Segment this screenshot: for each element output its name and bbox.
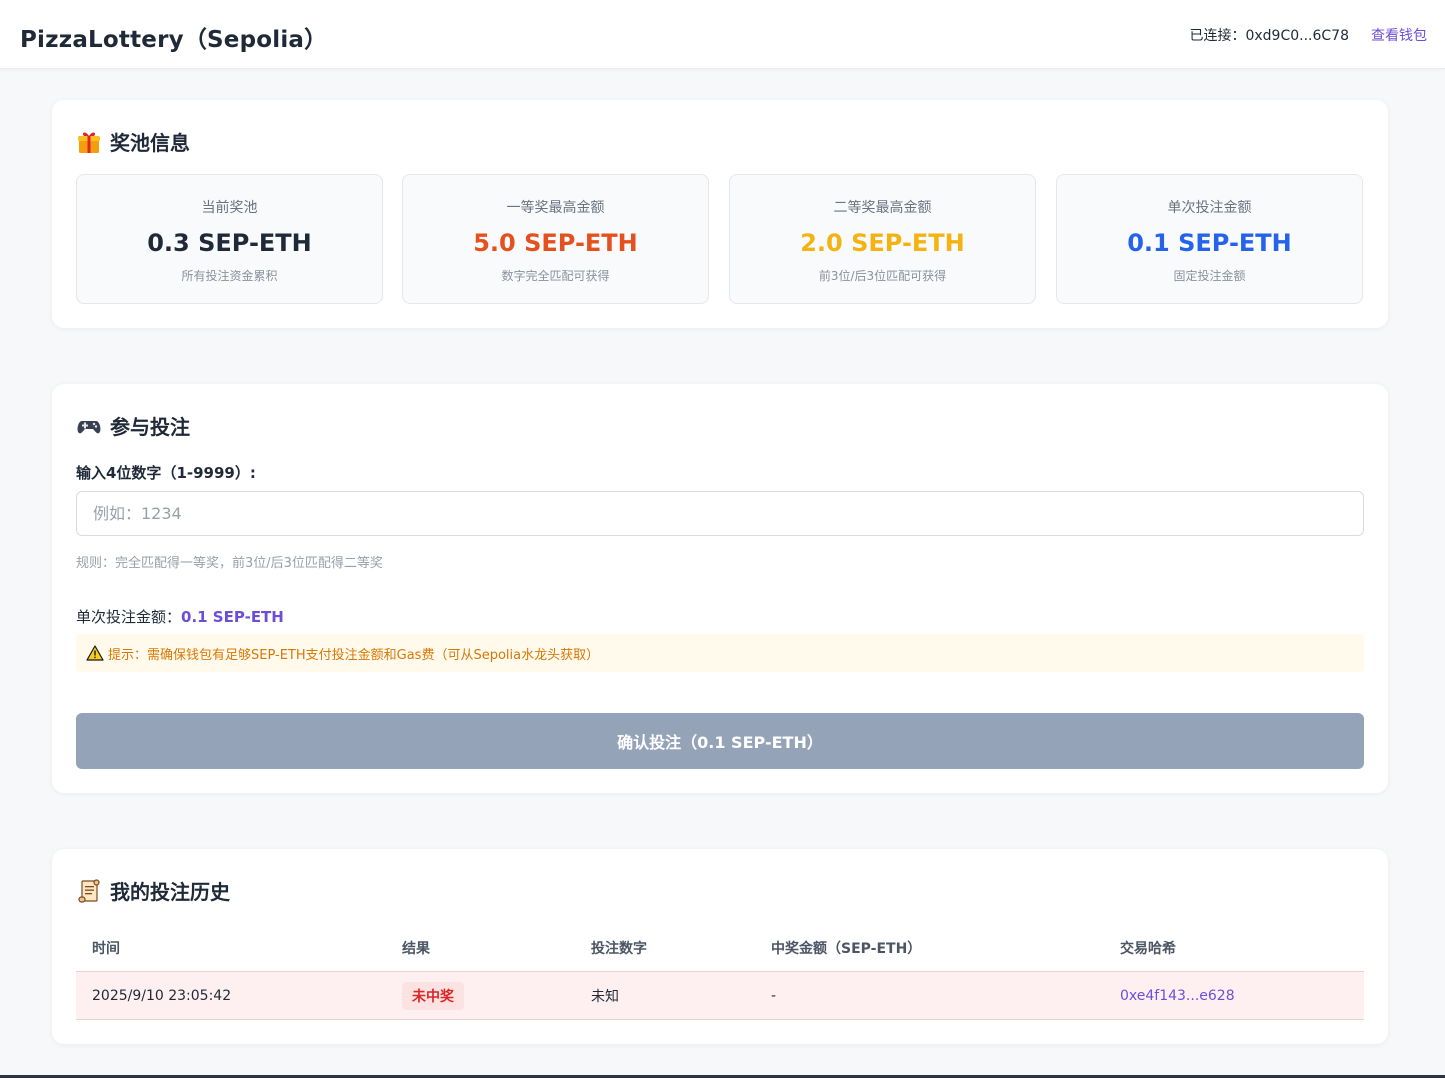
tx-hash-link[interactable]: 0xe4f143...e628 bbox=[1120, 988, 1235, 1004]
pool-info-title-text: 奖池信息 bbox=[110, 131, 190, 155]
rule-text: 规则：完全匹配得一等奖，前3位/后3位匹配得二等奖 bbox=[76, 556, 383, 571]
bet-title-text: 参与投注 bbox=[110, 415, 190, 439]
col-result: 结果 bbox=[402, 941, 430, 957]
status-badge: 未中奖 bbox=[402, 981, 464, 1010]
stat-label: 二等奖最高金额 bbox=[833, 200, 932, 216]
connected-address: 已连接：0xd9C0...6C78 bbox=[1189, 28, 1349, 44]
stat-label: 单次投注金额 bbox=[1167, 200, 1252, 216]
stat-bet-amount: 单次投注金额 0.1 SEP-ETH 固定投注金额 bbox=[1056, 174, 1363, 304]
gamepad-icon bbox=[77, 420, 101, 433]
row-number: 未知 bbox=[591, 988, 619, 1005]
history-title: 我的投注历史 bbox=[76, 876, 230, 905]
stat-second-prize: 二等奖最高金额 2.0 SEP-ETH 前3位/后3位匹配可获得 bbox=[729, 174, 1036, 304]
confirm-bet-button[interactable]: 确认投注（0.1 SEP-ETH） bbox=[76, 713, 1364, 769]
bet-title: 参与投注 bbox=[76, 411, 190, 440]
bet-amount-label: 单次投注金额： bbox=[76, 608, 182, 626]
stat-value: 2.0 SEP-ETH bbox=[800, 229, 965, 257]
gift-icon bbox=[78, 132, 100, 153]
stat-label: 一等奖最高金额 bbox=[506, 200, 605, 216]
stat-current-pool: 当前奖池 0.3 SEP-ETH 所有投注资金累积 bbox=[76, 174, 383, 304]
history-table-header: 时间 结果 投注数字 中奖金额（SEP-ETH） 交易哈希 bbox=[76, 925, 1364, 971]
scroll-icon bbox=[78, 878, 100, 903]
tip-text: 提示：需确保钱包有足够SEP-ETH支付投注金额和Gas费（可从Sepolia水… bbox=[108, 647, 600, 663]
top-navbar: PizzaLottery（Sepolia） 已连接：0xd9C0...6C78 … bbox=[0, 0, 1445, 69]
history-title-text: 我的投注历史 bbox=[110, 880, 230, 904]
stat-value: 0.1 SEP-ETH bbox=[1127, 229, 1292, 257]
row-prize: - bbox=[771, 987, 777, 1004]
stat-value: 5.0 SEP-ETH bbox=[473, 229, 638, 257]
number-input[interactable] bbox=[76, 491, 1364, 536]
number-input-label: 输入4位数字（1-9999）: bbox=[76, 464, 256, 482]
row-hash: 0xe4f143...e628 bbox=[1120, 972, 1235, 1019]
col-number: 投注数字 bbox=[591, 941, 647, 957]
row-time: 2025/9/10 23:05:42 bbox=[92, 987, 232, 1004]
warning-icon bbox=[86, 645, 104, 661]
stat-value: 0.3 SEP-ETH bbox=[147, 229, 312, 257]
row-result: 未中奖 bbox=[402, 972, 464, 1019]
stat-sub: 固定投注金额 bbox=[1173, 269, 1246, 283]
tip-banner: 提示：需确保钱包有足够SEP-ETH支付投注金额和Gas费（可从Sepolia水… bbox=[76, 634, 1364, 672]
col-prize: 中奖金额（SEP-ETH） bbox=[771, 941, 922, 957]
stat-sub: 数字完全匹配可获得 bbox=[501, 269, 610, 283]
bet-card: 参与投注 输入4位数字（1-9999）: 规则：完全匹配得一等奖，前3位/后3位… bbox=[52, 384, 1388, 793]
stat-first-prize: 一等奖最高金额 5.0 SEP-ETH 数字完全匹配可获得 bbox=[402, 174, 709, 304]
pool-info-card: 奖池信息 当前奖池 0.3 SEP-ETH 所有投注资金累积 一等奖最高金额 5… bbox=[52, 100, 1388, 328]
bet-amount-value: 0.1 SEP-ETH bbox=[181, 608, 284, 626]
stat-sub: 前3位/后3位匹配可获得 bbox=[818, 269, 947, 283]
history-card: 我的投注历史 时间 结果 投注数字 中奖金额（SEP-ETH） 交易哈希 202… bbox=[52, 849, 1388, 1044]
col-tx-hash: 交易哈希 bbox=[1120, 941, 1176, 957]
stat-label: 当前奖池 bbox=[201, 200, 258, 216]
col-time: 时间 bbox=[92, 941, 120, 957]
app-title: PizzaLottery（Sepolia） bbox=[20, 27, 328, 53]
stat-sub: 所有投注资金累积 bbox=[181, 269, 278, 283]
pool-info-title: 奖池信息 bbox=[76, 127, 190, 156]
table-row: 2025/9/10 23:05:42 未中奖 未知 - 0xe4f143...e… bbox=[76, 971, 1364, 1020]
view-wallet-link[interactable]: 查看钱包 bbox=[1371, 25, 1427, 45]
bet-amount-line: 单次投注金额：0.1 SEP-ETH bbox=[76, 606, 284, 627]
